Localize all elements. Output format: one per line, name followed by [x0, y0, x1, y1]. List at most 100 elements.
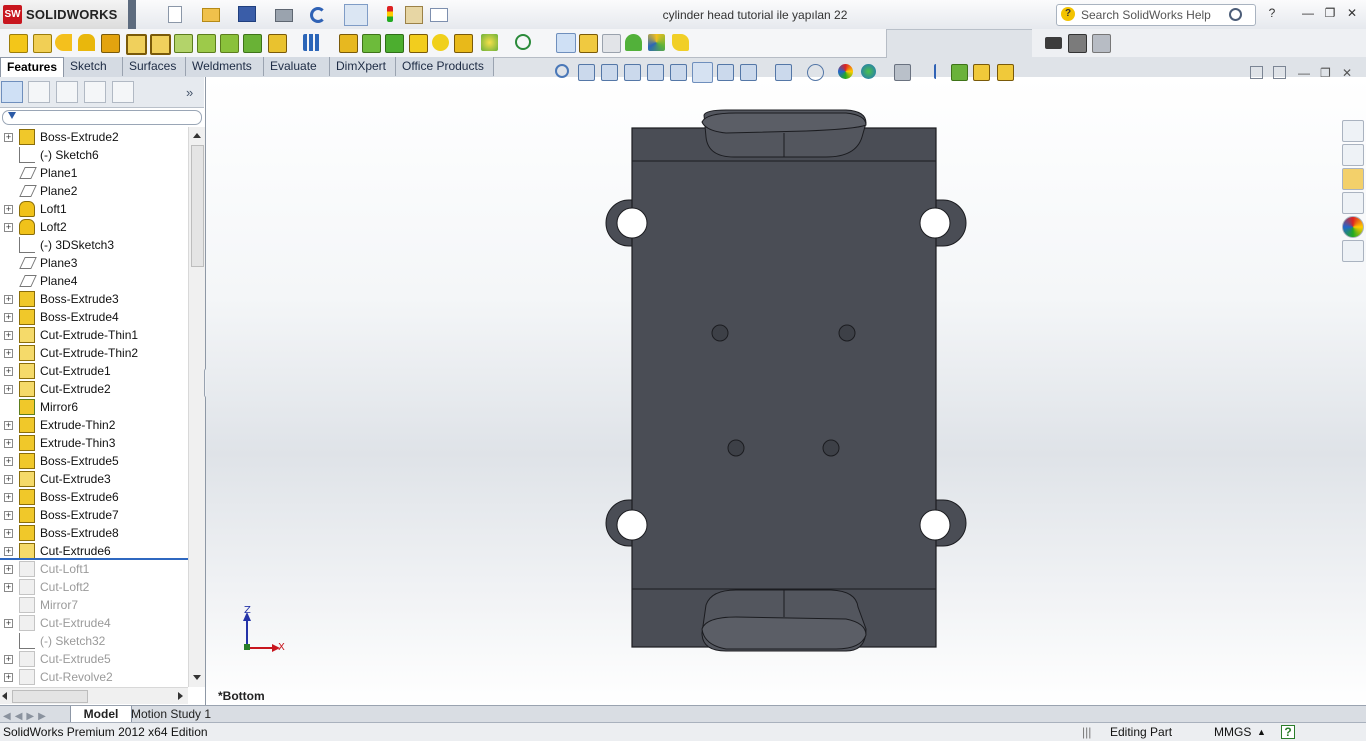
- appearance-sphere-icon[interactable]: [838, 64, 853, 79]
- tree-item[interactable]: (-) 3DSketch3: [0, 236, 188, 254]
- tree-item[interactable]: + Boss-Extrude4: [0, 308, 188, 326]
- tree-item[interactable]: Mirror6: [0, 398, 188, 416]
- graphics-area[interactable]: Z X: [206, 77, 1366, 705]
- tile-view-icon[interactable]: [1250, 66, 1263, 79]
- expand-icon[interactable]: +: [4, 583, 13, 592]
- zoom-to-fit-icon[interactable]: [555, 64, 569, 78]
- section-view-icon[interactable]: [624, 64, 641, 81]
- scroll-up-arrow-icon[interactable]: [193, 133, 201, 138]
- open-folder-icon[interactable]: [202, 8, 220, 22]
- property-manager-tab-icon[interactable]: [28, 81, 50, 103]
- boundary-boss-icon[interactable]: [101, 34, 120, 53]
- expand-icon[interactable]: +: [4, 295, 13, 304]
- reference-geometry-icon[interactable]: [481, 34, 498, 51]
- mirror-icon[interactable]: [454, 34, 473, 53]
- tab-model[interactable]: Model: [70, 706, 132, 723]
- tree-item[interactable]: + Cut-Extrude-Thin2: [0, 344, 188, 362]
- tree-item[interactable]: + Boss-Extrude8: [0, 524, 188, 542]
- view-orientation-icon[interactable]: [647, 64, 664, 81]
- boundary-cut-icon[interactable]: [243, 34, 262, 53]
- viewport-close-icon[interactable]: ✕: [1342, 66, 1352, 80]
- expand-icon[interactable]: +: [4, 223, 13, 232]
- ambient-occlusion-icon[interactable]: [997, 64, 1014, 81]
- viewport-minimize-icon[interactable]: —: [1298, 66, 1310, 80]
- tree-item[interactable]: + Cut-Loft1: [0, 560, 188, 578]
- quick-tips-icon[interactable]: ?: [1281, 725, 1295, 739]
- tree-item[interactable]: + Cut-Extrude1: [0, 362, 188, 380]
- tree-item[interactable]: Plane1: [0, 164, 188, 182]
- menu-flyout-arrow[interactable]: [128, 0, 136, 29]
- tree-item[interactable]: Mirror7: [0, 596, 188, 614]
- lofted-cut-icon[interactable]: [220, 34, 239, 53]
- tab-scroll-arrows[interactable]: ◀◀▶▶: [3, 708, 65, 722]
- tree-item[interactable]: + Boss-Extrude7: [0, 506, 188, 524]
- expand-icon[interactable]: +: [4, 547, 13, 556]
- expand-icon[interactable]: +: [4, 385, 13, 394]
- feature-manager-tab-icon[interactable]: [1, 81, 23, 103]
- curves-icon[interactable]: [515, 34, 531, 50]
- expand-icon[interactable]: +: [4, 349, 13, 358]
- scroll-left-arrow-icon[interactable]: [2, 692, 7, 700]
- swept-boss-icon[interactable]: [55, 34, 72, 51]
- expand-icon[interactable]: +: [4, 655, 13, 664]
- new-document-icon[interactable]: [168, 6, 182, 23]
- extruded-cut-icon[interactable]: [126, 34, 147, 55]
- scroll-thumb[interactable]: [191, 145, 204, 267]
- tab-evaluate[interactable]: Evaluate: [264, 57, 330, 76]
- cascade-view-icon[interactable]: [1273, 66, 1286, 79]
- rotate-axis-icon[interactable]: [934, 64, 938, 79]
- intersect-icon[interactable]: [432, 34, 449, 51]
- file-properties-icon[interactable]: [405, 6, 423, 24]
- realview-icon[interactable]: [951, 64, 968, 81]
- render-icon[interactable]: [1068, 34, 1087, 53]
- design-library-icon[interactable]: [1342, 144, 1364, 166]
- live-section-icon[interactable]: [625, 34, 642, 51]
- shell-icon[interactable]: [385, 34, 404, 53]
- expand-icon[interactable]: +: [4, 457, 13, 466]
- tree-item[interactable]: + Boss-Extrude6: [0, 488, 188, 506]
- model-viewport[interactable]: [206, 77, 1366, 705]
- select-arrow-icon[interactable]: [344, 4, 368, 26]
- undo-icon[interactable]: [310, 7, 326, 23]
- tree-item[interactable]: + Cut-Extrude3: [0, 470, 188, 488]
- tree-item[interactable]: + Boss-Extrude2: [0, 128, 188, 146]
- close-window-icon[interactable]: ✕: [1344, 6, 1360, 20]
- file-explorer-icon[interactable]: [1342, 168, 1364, 190]
- expand-icon[interactable]: +: [4, 673, 13, 682]
- tab-dimxpert[interactable]: DimXpert: [330, 57, 396, 76]
- instant3d-icon[interactable]: [556, 33, 576, 53]
- display-style-icon[interactable]: [670, 64, 687, 81]
- options-icon[interactable]: [430, 8, 448, 22]
- freeform-icon[interactable]: [648, 34, 665, 51]
- expand-icon[interactable]: +: [4, 421, 13, 430]
- expand-icon[interactable]: +: [4, 511, 13, 520]
- tab-sketch[interactable]: Sketch: [64, 57, 123, 76]
- restore-window-icon[interactable]: ❐: [1322, 6, 1338, 20]
- shadows-icon[interactable]: [973, 64, 990, 81]
- expand-icon[interactable]: +: [4, 439, 13, 448]
- tree-item[interactable]: + Cut-Extrude4: [0, 614, 188, 632]
- scroll-right-arrow-icon[interactable]: [178, 692, 183, 700]
- tree-item[interactable]: + Extrude-Thin3: [0, 434, 188, 452]
- save-icon[interactable]: [238, 6, 256, 22]
- tab-motion-study[interactable]: Motion Study 1: [127, 706, 225, 722]
- minimize-window-icon[interactable]: —: [1300, 6, 1316, 20]
- help-menu-icon[interactable]: ?: [1264, 6, 1280, 20]
- linear-pattern-icon[interactable]: [303, 34, 320, 51]
- h-scroll-thumb[interactable]: [12, 690, 88, 703]
- unit-system-arrow-icon[interactable]: ▲: [1257, 727, 1266, 737]
- appearances-icon[interactable]: [1342, 216, 1364, 238]
- tree-item[interactable]: + Cut-Extrude-Thin1: [0, 326, 188, 344]
- tree-item[interactable]: (-) Sketch32: [0, 632, 188, 650]
- feature-tree-filter-input[interactable]: [2, 110, 202, 125]
- tab-weldments[interactable]: Weldments: [186, 57, 264, 76]
- solidworks-resources-icon[interactable]: [1342, 120, 1364, 142]
- tree-item[interactable]: + Cut-Extrude2: [0, 380, 188, 398]
- hole-wizard-icon[interactable]: [150, 34, 171, 55]
- tab-office-products[interactable]: Office Products: [396, 57, 494, 76]
- sketch-toggle-icon[interactable]: [579, 34, 598, 53]
- tree-item[interactable]: Plane2: [0, 182, 188, 200]
- revolved-cut-icon[interactable]: [174, 34, 193, 53]
- shaded-with-edges-icon[interactable]: [692, 62, 713, 83]
- edit-appearance-icon[interactable]: [740, 64, 757, 81]
